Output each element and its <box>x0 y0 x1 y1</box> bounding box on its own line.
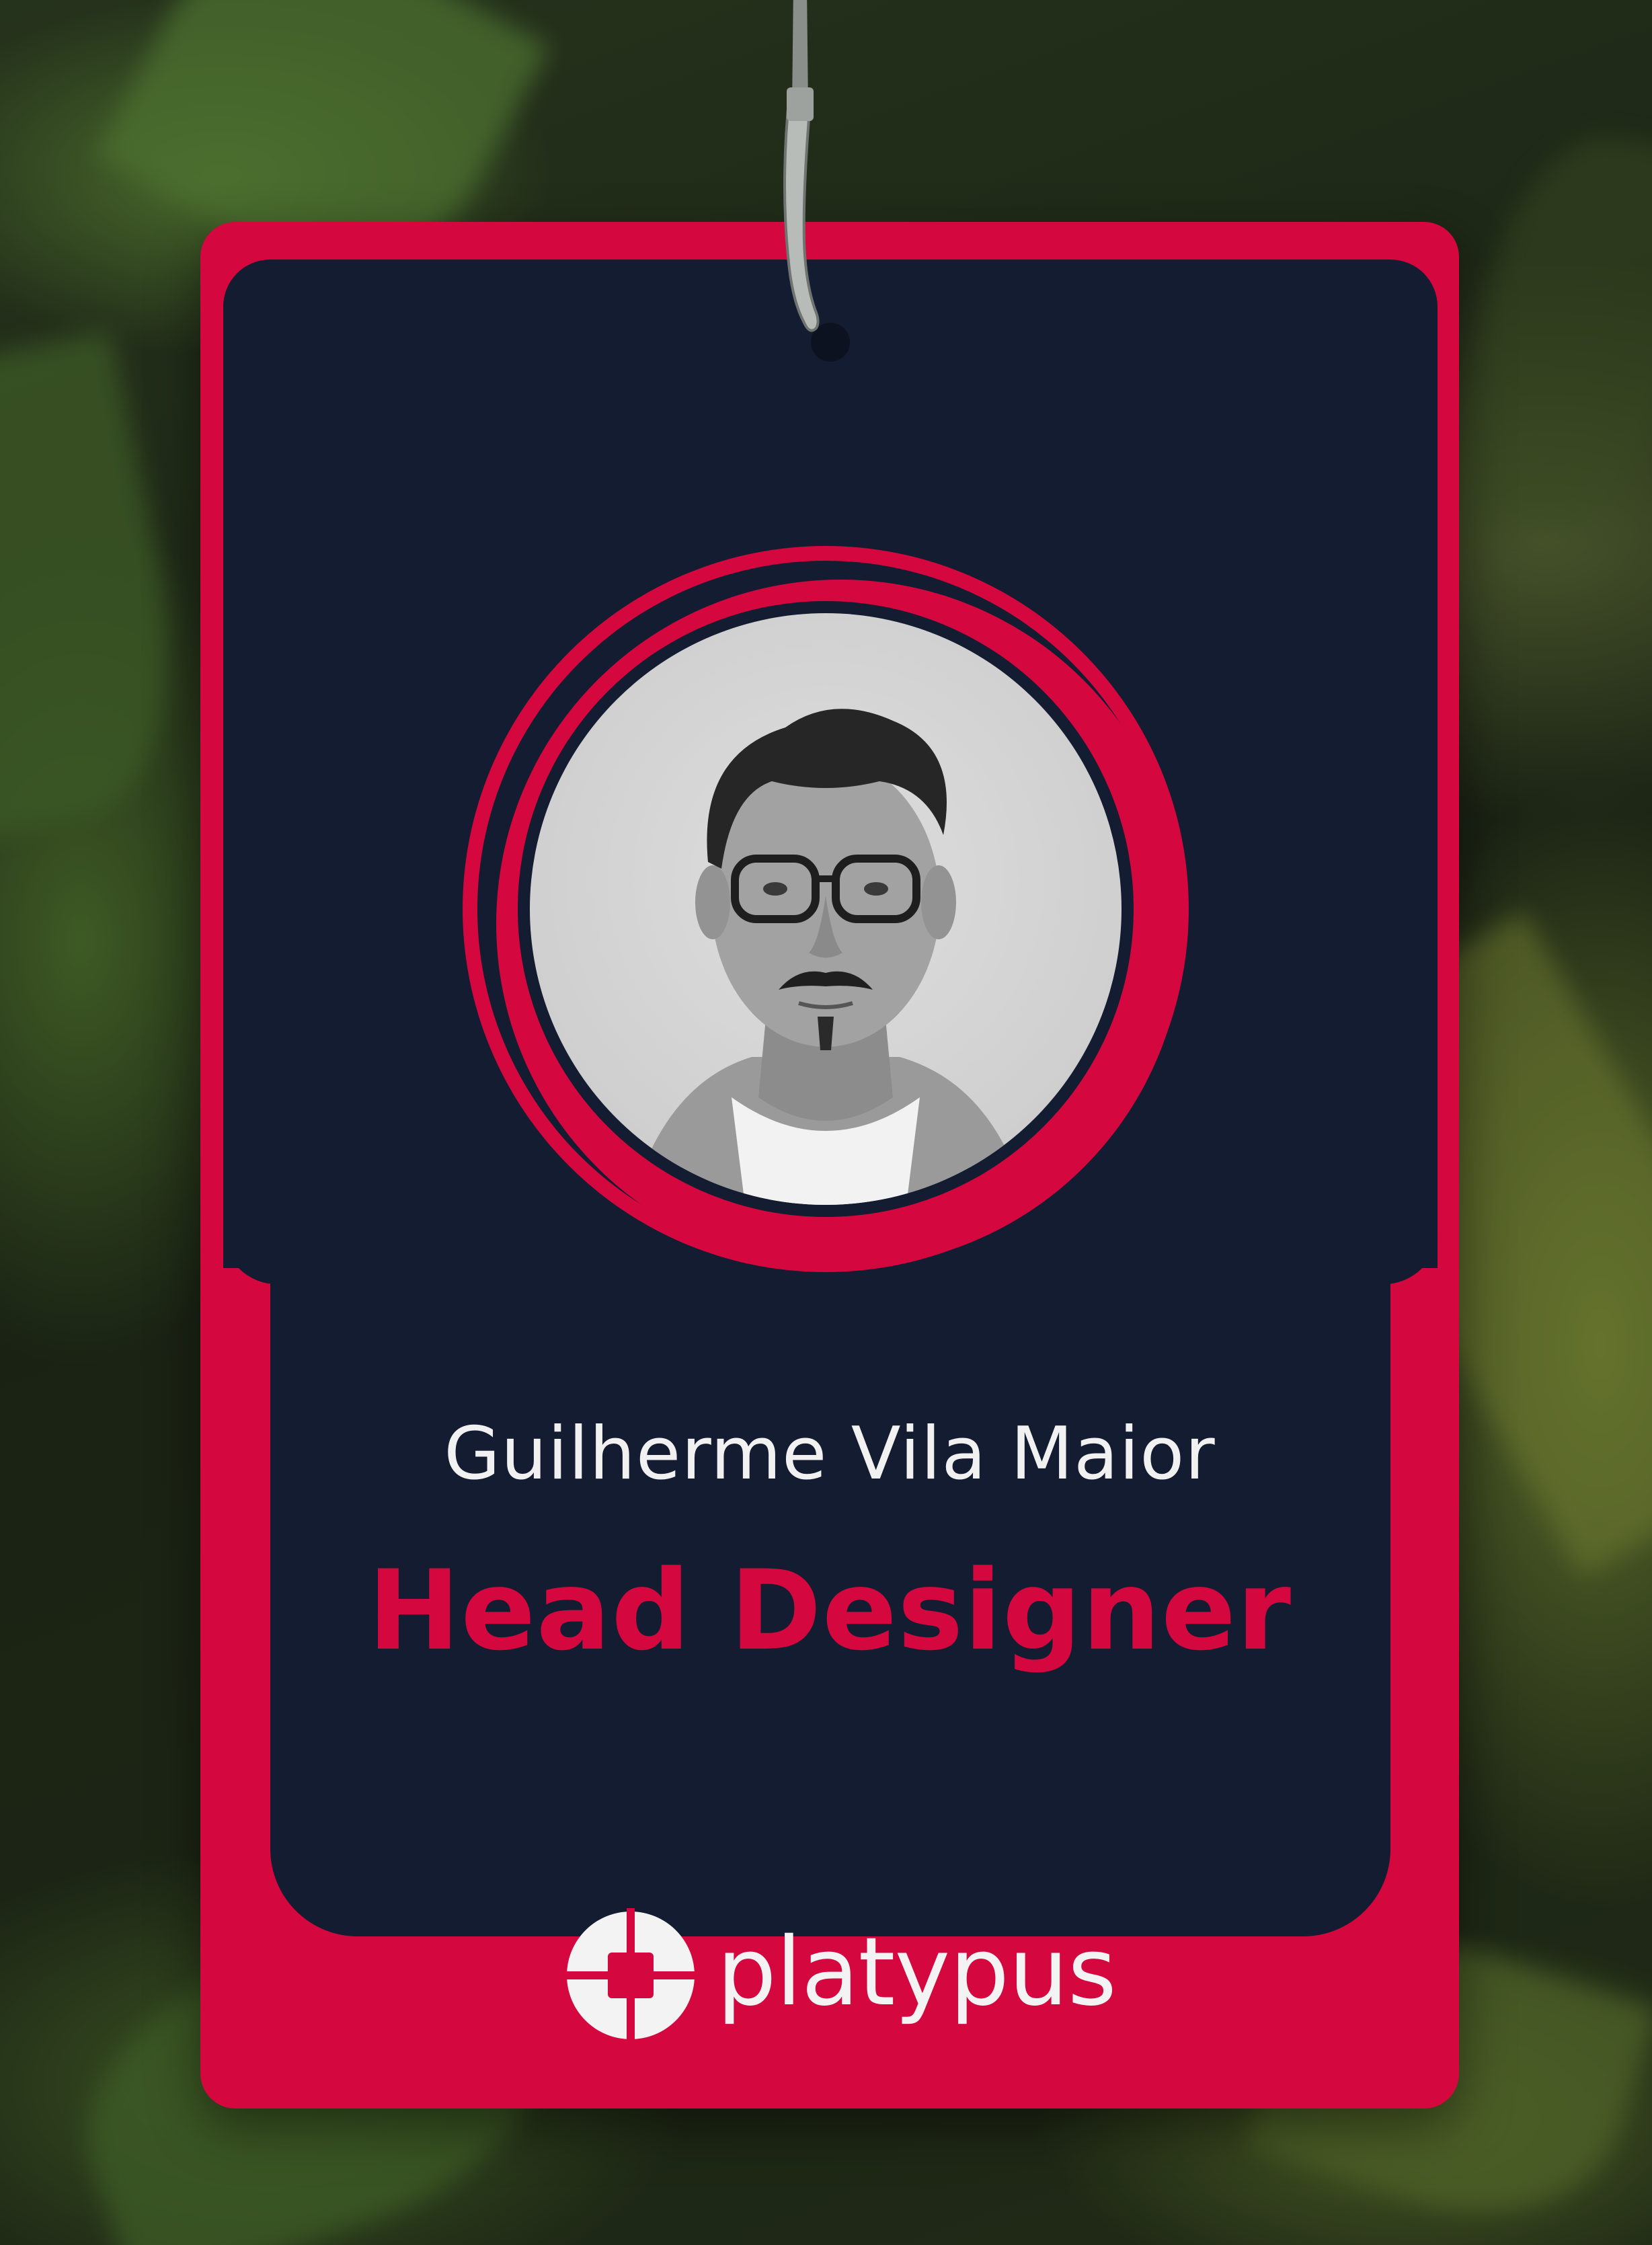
id-badge: Guilherme Vila Maior Head Designer platy… <box>200 222 1459 2109</box>
portrait-photo <box>530 613 1122 1205</box>
brand-wordmark: platypus <box>717 1918 1117 2027</box>
platypus-logo-icon <box>563 1908 698 2043</box>
badge-holder-name: Guilherme Vila Maior <box>444 1412 1216 1496</box>
leaf-blur <box>0 329 208 840</box>
lanyard-clip-icon <box>783 0 820 332</box>
leaf-blur <box>1446 120 1652 553</box>
photo-scene: Guilherme Vila Maior Head Designer platy… <box>0 0 1652 2245</box>
portrait-illustration <box>631 709 1027 1205</box>
brand-logo: platypus <box>563 1903 1169 2064</box>
portrait-frame <box>463 546 1189 1272</box>
badge-holder-role: Head Designer <box>367 1546 1292 1675</box>
